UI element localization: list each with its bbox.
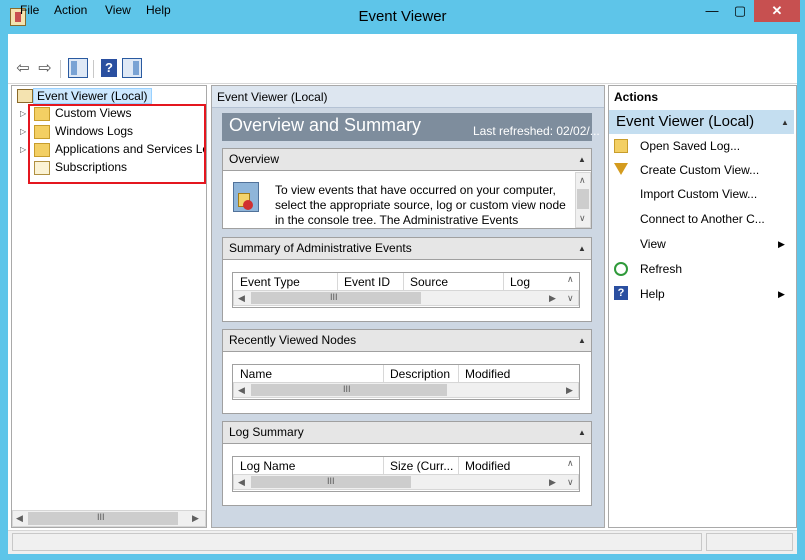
overview-scroll-thumb[interactable] <box>577 189 589 209</box>
column-source[interactable]: Source <box>404 273 504 291</box>
column-modified[interactable]: Modified <box>459 457 564 475</box>
column-description[interactable]: Description <box>384 365 459 383</box>
forward-arrow-icon[interactable]: ⇨ <box>34 58 56 80</box>
scroll-left-icon[interactable]: ◀ <box>16 513 23 524</box>
expand-custom-views[interactable]: ▷ <box>20 109 26 118</box>
scroll-left-icon[interactable]: ◀ <box>238 293 245 304</box>
overview-banner-title: Overview and Summary <box>229 115 422 135</box>
scroll-down-icon[interactable]: ∨ <box>567 477 574 488</box>
scroll-right-icon[interactable]: ▶ <box>566 385 573 396</box>
scroll-up-icon[interactable]: ∧ <box>579 175 586 186</box>
scroll-down-icon[interactable]: ∨ <box>567 293 574 304</box>
scroll-up-icon[interactable]: ∧ <box>567 458 574 469</box>
show-hide-action-pane-icon[interactable] <box>122 58 142 78</box>
filter-icon <box>614 163 628 175</box>
column-event-id[interactable]: Event ID <box>338 273 404 291</box>
toolbar-separator <box>93 60 94 78</box>
last-refreshed-label: Last refreshed: 02/02/... <box>473 124 600 138</box>
log-summary-section-header[interactable]: Log Summary <box>222 421 592 444</box>
column-modified[interactable]: Modified <box>459 365 578 383</box>
collapse-up-icon[interactable]: ▲ <box>578 336 586 345</box>
collapse-up-icon[interactable]: ▲ <box>578 428 586 437</box>
scroll-left-icon[interactable]: ◀ <box>238 385 245 396</box>
scroll-grip: III <box>343 384 351 394</box>
expand-applications-and-services[interactable]: ▷ <box>20 145 26 154</box>
admin-events-section-title: Summary of Administrative Events <box>229 241 412 255</box>
column-log[interactable]: Log <box>504 273 564 291</box>
actions-title: Actions <box>609 86 796 108</box>
maximize-button[interactable]: ▢ <box>725 0 755 22</box>
collapse-up-icon[interactable]: ▲ <box>578 155 586 164</box>
status-bar-segment <box>706 533 793 551</box>
highlight-box <box>28 104 206 184</box>
collapse-up-icon[interactable]: ▲ <box>781 118 789 127</box>
column-event-type[interactable]: Event Type <box>234 273 338 291</box>
close-button[interactable]: ✕ <box>754 0 800 22</box>
log-summary-section-title: Log Summary <box>229 425 304 439</box>
tree-root-event-viewer-local[interactable]: Event Viewer (Local) <box>33 88 152 104</box>
action-open-saved-log[interactable]: Open Saved Log... <box>640 137 740 155</box>
submenu-arrow-icon: ▶ <box>778 289 785 299</box>
menu-help[interactable]: Help <box>146 3 171 17</box>
action-view[interactable]: View <box>640 235 666 253</box>
scroll-right-icon[interactable]: ▶ <box>549 477 556 488</box>
help-icon[interactable]: ? <box>101 59 117 77</box>
scroll-right-icon[interactable]: ▶ <box>192 513 199 524</box>
event-viewer-icon <box>17 89 33 103</box>
refresh-icon <box>614 262 628 276</box>
recent-nodes-section-title: Recently Viewed Nodes <box>229 333 357 347</box>
recent-nodes-section-header[interactable]: Recently Viewed Nodes <box>222 329 592 352</box>
menu-action[interactable]: Action <box>54 3 87 17</box>
admin-events-section-header[interactable]: Summary of Administrative Events <box>222 237 592 260</box>
action-connect-to-another-computer[interactable]: Connect to Another C... <box>640 210 765 228</box>
action-help[interactable]: Help <box>640 285 665 303</box>
actions-group-header[interactable]: Event Viewer (Local) <box>609 110 794 134</box>
overview-section-title: Overview <box>229 152 280 166</box>
menu-file[interactable]: File <box>20 3 39 17</box>
event-log-icon <box>233 182 259 212</box>
action-refresh[interactable]: Refresh <box>640 260 682 278</box>
show-hide-console-tree-icon[interactable] <box>68 58 88 78</box>
column-log-name[interactable]: Log Name <box>234 457 384 475</box>
minimize-button[interactable]: — <box>697 0 727 22</box>
scroll-left-icon[interactable]: ◀ <box>238 477 245 488</box>
menu-bar <box>8 34 797 54</box>
back-arrow-icon[interactable]: ⇦ <box>12 58 34 80</box>
column-size[interactable]: Size (Curr... <box>384 457 459 475</box>
help-icon: ? <box>614 286 628 300</box>
collapse-up-icon[interactable]: ▲ <box>578 244 586 253</box>
scroll-right-icon[interactable]: ▶ <box>549 293 556 304</box>
status-bar-segment <box>12 533 702 551</box>
scroll-down-icon[interactable]: ∨ <box>579 213 586 224</box>
action-create-custom-view[interactable]: Create Custom View... <box>640 161 759 179</box>
actions-group-title: Event Viewer (Local) <box>616 113 755 130</box>
column-name[interactable]: Name <box>234 365 384 383</box>
submenu-arrow-icon: ▶ <box>778 239 785 249</box>
action-import-custom-view[interactable]: Import Custom View... <box>640 185 757 203</box>
scroll-grip: III <box>327 476 335 486</box>
menu-view[interactable]: View <box>105 3 131 17</box>
scroll-grip: III <box>330 292 338 302</box>
center-pane-header: Event Viewer (Local) <box>212 86 604 108</box>
overview-text: To view events that have occurred on you… <box>275 183 566 227</box>
scroll-up-icon[interactable]: ∧ <box>567 274 574 285</box>
toolbar-separator <box>60 60 61 78</box>
open-log-icon <box>614 139 628 153</box>
scroll-grip: III <box>97 512 105 522</box>
overview-section-header[interactable]: Overview <box>222 148 592 171</box>
expand-windows-logs[interactable]: ▷ <box>20 127 26 136</box>
